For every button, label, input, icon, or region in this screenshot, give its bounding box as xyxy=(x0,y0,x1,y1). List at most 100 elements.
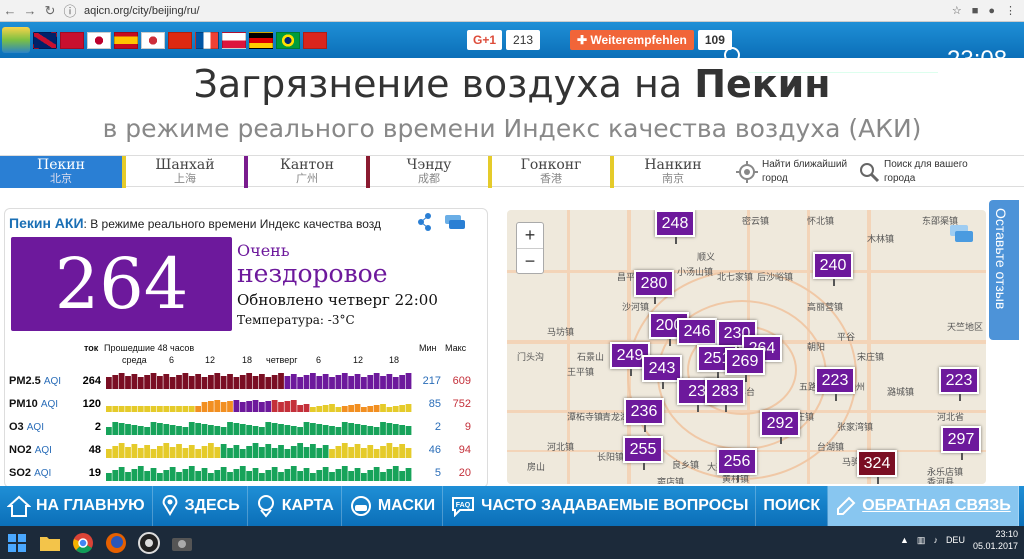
tray-up-icon[interactable]: ▲ xyxy=(900,535,909,545)
station-marker[interactable]: 223 xyxy=(815,367,855,401)
panel-heading-text: : В режиме реального времени Индекс каче… xyxy=(83,217,382,231)
pollutant-row-pm25[interactable]: PM2.5 AQI 264 217 609 xyxy=(5,369,487,391)
history-bar xyxy=(335,407,342,412)
share-icon[interactable] xyxy=(417,213,433,231)
history-bar xyxy=(284,401,291,412)
back-icon[interactable]: ← xyxy=(0,3,20,18)
station-marker[interactable]: 280 xyxy=(634,270,674,304)
recommend-button[interactable]: ✚ Weiterempfehlen xyxy=(570,30,694,50)
volume-icon[interactable]: ♪ xyxy=(933,535,938,545)
nav-here[interactable]: ЗДЕСЬ xyxy=(153,486,248,526)
system-tray: ▲ ▥ ♪ DEU 23:10 05.01.2017 xyxy=(900,528,1018,552)
history-bar xyxy=(386,469,393,481)
tab-chengdu[interactable]: Чэнду 成都 xyxy=(366,156,488,188)
menu-icon[interactable]: ⋮ xyxy=(1005,4,1016,17)
aqi-map[interactable]: 密云镇 怀北镇 木林镇 东邵渠镇 沙河镇 小汤山镇 北七家镇 后沙峪镇 高丽营镇 天竺地区 顺义 马坊… xyxy=(507,210,986,484)
bookmark-star-icon[interactable]: ☆ xyxy=(952,4,962,17)
station-marker[interactable]: 236 xyxy=(624,398,664,432)
flag-poland-icon[interactable] xyxy=(222,31,246,49)
flag-japan-icon[interactable] xyxy=(87,31,111,49)
feedback-tab[interactable]: Оставьте отзыв xyxy=(989,200,1019,340)
pollutant-name: PM10 AQI xyxy=(9,398,58,410)
station-marker[interactable]: 256 xyxy=(717,448,757,482)
aqicn-logo-icon[interactable] xyxy=(2,27,30,53)
tray-clock[interactable]: 23:10 05.01.2017 xyxy=(973,528,1018,552)
windows-icon xyxy=(7,533,26,552)
pollutant-history-bars[interactable] xyxy=(106,417,412,435)
station-marker[interactable]: 283 xyxy=(705,378,745,412)
pollutant-row-so2[interactable]: SO2 AQI 19 5 20 xyxy=(5,461,487,483)
tab-guangzhou[interactable]: Кантон 广州 xyxy=(244,156,366,188)
taskbar-firefox[interactable] xyxy=(99,526,132,559)
zoom-in-button[interactable]: + xyxy=(517,223,543,248)
station-marker[interactable]: 240 xyxy=(813,252,853,286)
station-marker[interactable]: 324 xyxy=(857,450,897,484)
nav-map[interactable]: КАРТА xyxy=(248,486,342,526)
station-marker[interactable]: 297 xyxy=(941,426,981,460)
station-marker[interactable]: 246 xyxy=(677,318,717,352)
station-marker[interactable]: 292 xyxy=(760,410,800,444)
map-layers-icon[interactable] xyxy=(949,224,975,244)
search-city[interactable]: Поиск для вашего города xyxy=(854,156,976,188)
history-bar xyxy=(405,426,412,435)
network-icon[interactable]: ▥ xyxy=(917,535,926,546)
taskbar-explorer[interactable] xyxy=(33,526,66,559)
zoom-out-button[interactable]: − xyxy=(517,248,543,273)
gplus-button[interactable]: G+1 xyxy=(467,30,503,50)
history-bar xyxy=(188,406,195,412)
flag-germany-icon[interactable] xyxy=(249,31,273,49)
history-bar xyxy=(182,448,189,458)
pollutant-history-bars[interactable] xyxy=(106,463,412,481)
flag-uk-icon[interactable] xyxy=(33,31,57,49)
find-nearest-city[interactable]: Найти ближайший город xyxy=(732,156,854,188)
history-bar xyxy=(361,407,367,412)
nav-faq[interactable]: FAQ ЧАСТО ЗАДАВАЕМЫЕ ВОПРОСЫ xyxy=(443,486,757,526)
history-bar xyxy=(386,374,393,389)
flag-china-icon[interactable] xyxy=(60,31,84,49)
taskbar-chrome[interactable] xyxy=(66,526,99,559)
history-bar xyxy=(392,466,399,481)
flag-korea-icon[interactable] xyxy=(141,31,165,49)
tab-shanghai[interactable]: Шанхай 上海 xyxy=(122,156,244,188)
station-marker[interactable]: 223 xyxy=(939,367,979,401)
account-icon[interactable]: ● xyxy=(988,5,995,17)
taskbar-camera[interactable] xyxy=(165,526,198,559)
input-language[interactable]: DEU xyxy=(946,535,965,545)
nav-search[interactable]: ПОИСК xyxy=(756,486,829,526)
taskbar-app[interactable] xyxy=(132,526,165,559)
nav-masks[interactable]: МАСКИ xyxy=(342,486,444,526)
pollutant-row-o3[interactable]: O3 AQI 2 2 9 xyxy=(5,415,487,437)
tab-beijing[interactable]: Пекин 北京 xyxy=(0,156,122,188)
search-city-label: Поиск для вашего города xyxy=(884,159,968,184)
flag-brazil-icon[interactable] xyxy=(276,31,300,49)
layers-icon[interactable] xyxy=(443,213,467,231)
flag-spain-icon[interactable] xyxy=(114,31,138,49)
reload-icon[interactable]: ↻ xyxy=(40,3,60,19)
url-field[interactable]: aqicn.org/city/beijing/ru/ xyxy=(84,5,200,17)
page-info-icon[interactable]: ⓘ xyxy=(60,1,80,20)
pollutant-history-bars[interactable] xyxy=(106,371,412,389)
gplus-widget[interactable]: G+1 213 xyxy=(467,29,541,51)
extension-icon[interactable]: ■ xyxy=(972,5,979,17)
pollutant-history-bars[interactable] xyxy=(106,440,412,458)
recommend-widget[interactable]: ✚ Weiterempfehlen 109 xyxy=(570,29,732,51)
tab-hongkong[interactable]: Гонконг 香港 xyxy=(488,156,610,188)
nav-home[interactable]: НА ГЛАВНУЮ xyxy=(0,486,153,526)
start-button[interactable] xyxy=(0,526,33,559)
station-marker[interactable]: 255 xyxy=(623,436,663,470)
flag-france-icon[interactable] xyxy=(195,31,219,49)
tab-label-zh: 上海 xyxy=(174,172,196,185)
tab-nanjing[interactable]: Нанкин 南京 xyxy=(610,156,732,188)
pollutant-row-no2[interactable]: NO2 AQI 48 46 94 xyxy=(5,438,487,460)
flag-hongkong-icon[interactable] xyxy=(168,31,192,49)
flag-vietnam-icon[interactable] xyxy=(303,31,327,49)
map-place-label: 河北省 xyxy=(937,412,965,422)
station-marker[interactable]: 269 xyxy=(725,348,765,382)
station-marker[interactable]: 248 xyxy=(655,210,695,244)
station-marker[interactable]: 243 xyxy=(642,355,682,389)
pollutant-history-bars[interactable] xyxy=(106,394,412,412)
pollutant-row-pm10[interactable]: PM10 AQI 120 85 752 xyxy=(5,392,487,414)
forward-icon[interactable]: → xyxy=(20,3,40,18)
nav-feedback[interactable]: ОБРАТНАЯ СВЯЗЬ xyxy=(828,486,1019,526)
history-bar xyxy=(259,402,265,412)
